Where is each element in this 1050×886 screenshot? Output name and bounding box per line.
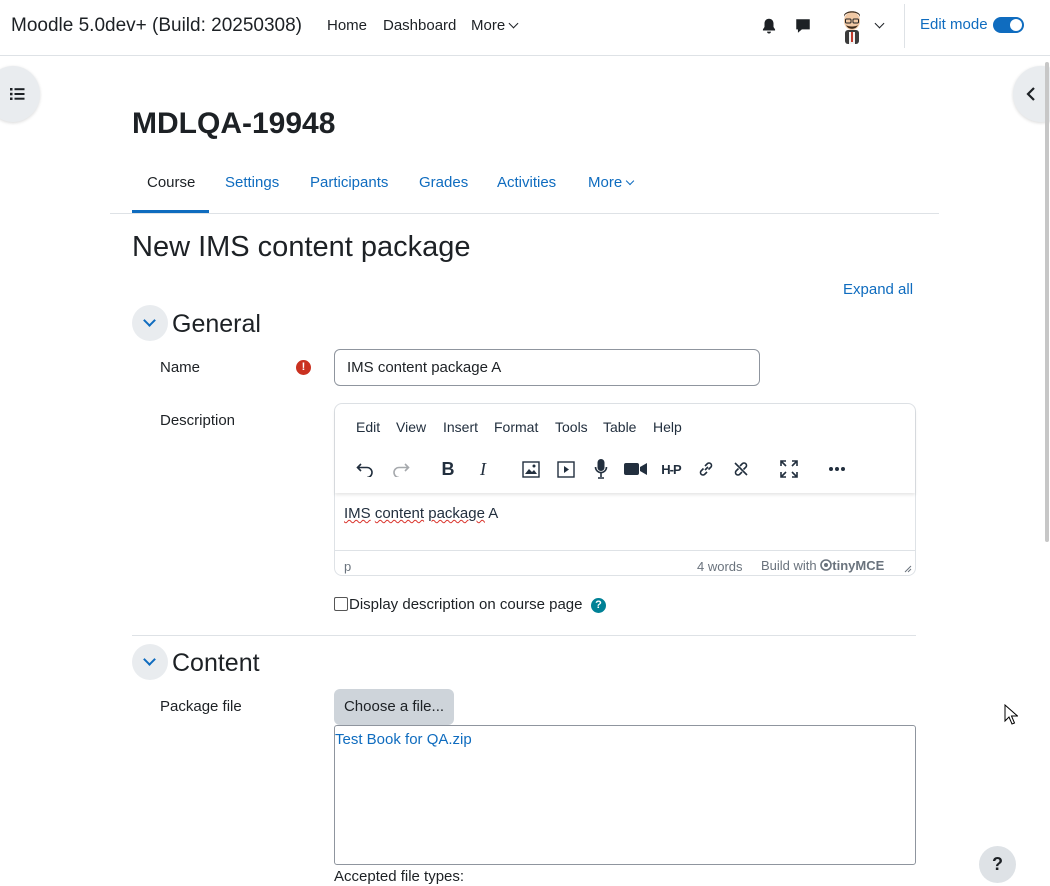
required-icon: ! xyxy=(296,360,311,375)
menu-help[interactable]: Help xyxy=(653,419,682,435)
chevron-down-icon xyxy=(143,314,156,327)
tab-course[interactable]: Course xyxy=(147,174,195,191)
top-navbar: Moodle 5.0dev+ (Build: 20250308) Home Da… xyxy=(0,0,1050,56)
nav-dashboard[interactable]: Dashboard xyxy=(383,17,456,34)
name-input[interactable] xyxy=(334,349,760,386)
tinymce-logo-icon xyxy=(820,559,833,571)
description-editor: Edit View Insert Format Tools Table Help… xyxy=(334,403,916,576)
undo-icon[interactable] xyxy=(352,457,378,481)
chevron-down-icon[interactable] xyxy=(874,18,885,29)
content-word: IMS xyxy=(344,505,371,522)
content-word: A xyxy=(488,505,499,522)
file-drop-area[interactable]: Test Book for QA.zip xyxy=(334,725,916,865)
general-section-title: General xyxy=(172,310,261,338)
name-label: Name xyxy=(160,359,201,376)
choose-file-button[interactable]: Choose a file... xyxy=(334,689,454,725)
content-word: content xyxy=(374,505,425,522)
link-icon[interactable] xyxy=(693,457,719,481)
chevron-down-icon xyxy=(508,18,519,29)
image-icon[interactable] xyxy=(518,457,544,481)
tab-more-label: More xyxy=(588,174,623,191)
chevron-down-icon xyxy=(625,176,635,186)
avatar[interactable] xyxy=(836,8,868,44)
section-divider xyxy=(132,635,916,636)
nav-more[interactable]: More xyxy=(471,17,519,34)
editor-content[interactable]: IMS content package A xyxy=(344,505,498,522)
content-collapse-button[interactable] xyxy=(132,644,168,680)
h5p-icon[interactable]: H-P xyxy=(658,457,684,481)
chevron-left-icon xyxy=(1026,87,1035,101)
toggle-knob xyxy=(1010,19,1022,31)
file-link[interactable]: Test Book for QA.zip xyxy=(335,731,472,748)
menu-insert[interactable]: Insert xyxy=(443,419,478,435)
menu-tools[interactable]: Tools xyxy=(555,419,588,435)
word-count[interactable]: 4 words xyxy=(697,559,743,574)
more-icon[interactable] xyxy=(824,457,850,481)
menu-edit[interactable]: Edit xyxy=(356,419,380,435)
bell-icon[interactable] xyxy=(760,17,778,35)
secondary-navigation: Course Settings Participants Grades Acti… xyxy=(110,164,939,214)
course-index-toggle[interactable] xyxy=(0,66,40,122)
menu-table[interactable]: Table xyxy=(603,419,636,435)
resize-handle-icon[interactable] xyxy=(904,565,912,573)
italic-icon[interactable]: I xyxy=(470,457,496,481)
general-collapse-button[interactable] xyxy=(132,305,168,341)
site-title[interactable]: Moodle 5.0dev+ (Build: 20250308) xyxy=(11,15,302,37)
list-icon xyxy=(10,88,25,100)
accepted-file-types-label: Accepted file types: xyxy=(334,868,465,885)
display-description-label[interactable]: Display description on course page xyxy=(349,596,582,613)
tab-grades[interactable]: Grades xyxy=(419,174,468,191)
unlink-icon[interactable] xyxy=(728,457,754,481)
content-word: package xyxy=(428,505,485,522)
edit-mode-label: Edit mode xyxy=(920,16,988,33)
expand-all-link[interactable]: Expand all xyxy=(843,281,913,298)
tab-participants[interactable]: Participants xyxy=(310,174,388,191)
page-heading: New IMS content package xyxy=(132,231,471,263)
brand-name: tinyMCE xyxy=(832,558,885,573)
scrollbar[interactable] xyxy=(1045,62,1049,542)
tab-more[interactable]: More xyxy=(588,174,635,191)
menu-view[interactable]: View xyxy=(396,419,426,435)
chevron-down-icon xyxy=(143,653,156,666)
course-title: MDLQA-19948 xyxy=(132,107,336,140)
display-description-checkbox[interactable] xyxy=(334,597,348,611)
help-icon[interactable]: ? xyxy=(591,598,606,613)
tab-activities[interactable]: Activities xyxy=(497,174,556,191)
microphone-icon[interactable] xyxy=(588,457,614,481)
package-file-label: Package file xyxy=(160,698,242,715)
page-help-button[interactable]: ? xyxy=(979,846,1016,883)
tab-settings[interactable]: Settings xyxy=(225,174,279,191)
editor-statusbar: p 4 words Build with tinyMCE xyxy=(335,550,915,576)
nav-home[interactable]: Home xyxy=(327,17,367,34)
mouse-cursor-icon xyxy=(1004,704,1018,725)
chat-icon[interactable] xyxy=(794,17,812,35)
description-label: Description xyxy=(160,412,236,429)
video-camera-icon[interactable] xyxy=(623,457,649,481)
element-path[interactable]: p xyxy=(344,559,351,574)
content-section-title: Content xyxy=(172,649,260,677)
fullscreen-icon[interactable] xyxy=(776,457,802,481)
redo-icon[interactable] xyxy=(388,457,414,481)
editor-header: Edit View Insert Format Tools Table Help… xyxy=(335,404,915,493)
edit-mode-toggle[interactable] xyxy=(993,17,1024,33)
media-icon[interactable] xyxy=(553,457,579,481)
divider xyxy=(904,4,905,48)
build-with-label: Build with xyxy=(761,558,817,573)
nav-more-label: More xyxy=(471,17,506,34)
menu-format[interactable]: Format xyxy=(494,419,538,435)
bold-icon[interactable]: B xyxy=(435,457,461,481)
active-tab-indicator xyxy=(132,210,209,213)
tinymce-brand[interactable]: Build with tinyMCE xyxy=(761,558,884,573)
